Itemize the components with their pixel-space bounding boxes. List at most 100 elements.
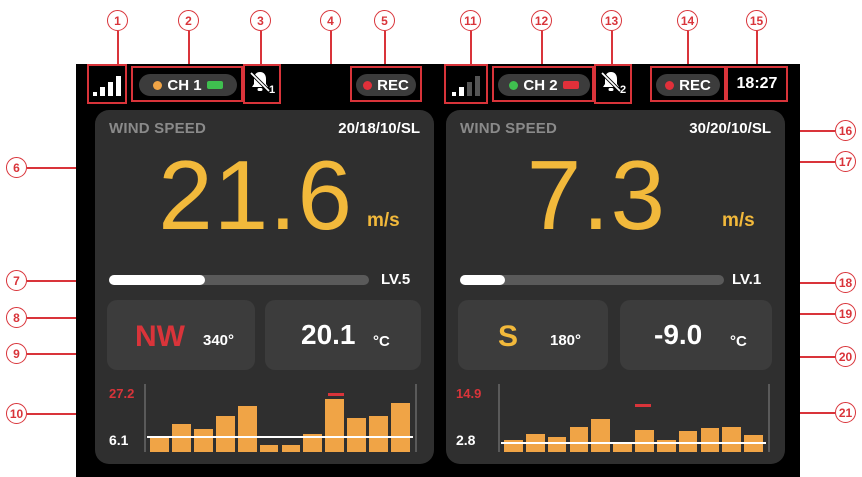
leader-1 (117, 31, 119, 64)
left-hist-bar-9 (347, 417, 367, 452)
right-hist-bar-2 (547, 437, 567, 452)
right-hist-bar-5 (613, 444, 632, 452)
right-temperature-box: -9.0 °C (620, 300, 772, 370)
callout-19: 19 (835, 303, 856, 324)
callout-10: 10 (6, 403, 27, 424)
left-hist-bar-2 (193, 428, 213, 452)
left-hist-bar-3 (215, 415, 235, 452)
callout-20: 20 (835, 346, 856, 367)
device-screen: CH 1 1 REC CH 2 2 REC 18:27 WIND SPEED 2… (76, 64, 800, 477)
rec-label-left: REC (377, 76, 409, 94)
leader-5 (384, 31, 386, 66)
callout-11: 11 (460, 10, 481, 31)
left-wind-speed-value: 21.6 (158, 140, 353, 250)
right-unit: m/s (722, 210, 755, 231)
left-degrees: 340° (203, 332, 235, 349)
right-temperature: -9.0 (654, 319, 703, 350)
callout-8: 8 (6, 307, 27, 328)
callout-16: 16 (835, 120, 856, 141)
left-average-line (147, 436, 413, 438)
leader-11 (470, 31, 472, 64)
right-level-fill (460, 275, 505, 285)
left-hist-bar-1 (171, 424, 191, 452)
right-sensor-code: 30/20/10/SL (689, 120, 771, 137)
left-unit: m/s (367, 210, 400, 231)
right-direction: S (498, 320, 519, 353)
alarm-mute-icon-2[interactable]: 2 (600, 70, 630, 100)
signal-icon-ch2 (452, 74, 480, 96)
ch1-dot-icon (153, 80, 163, 90)
left-hist-bar-11 (391, 402, 410, 452)
alarm1-sub: 1 (269, 84, 276, 96)
callout-9: 9 (6, 343, 27, 364)
right-hist-min: 2.8 (456, 432, 476, 448)
right-hist-max: 14.9 (456, 386, 482, 401)
right-hist-axis-left (498, 384, 500, 452)
left-direction: NW (135, 320, 185, 353)
right-level-label: LV.1 (732, 271, 762, 288)
right-hist-bar-4 (591, 419, 611, 452)
left-histogram (147, 386, 413, 452)
right-hist-axis-right (768, 384, 770, 452)
leader-2 (188, 31, 190, 66)
callout-6: 6 (6, 157, 27, 178)
rec-indicator-left[interactable]: REC (356, 74, 416, 96)
callout-18: 18 (835, 272, 856, 293)
ch2-status-pill[interactable]: CH 2 (498, 74, 590, 96)
right-hist-bar-6 (635, 429, 654, 452)
callout-13: 13 (601, 10, 622, 31)
ch1-label: CH 1 (167, 76, 202, 94)
right-wind-speed-value: 7.3 (526, 140, 666, 250)
leader-13 (611, 31, 613, 64)
right-temp-unit: °C (730, 333, 747, 350)
left-level-label: LV.5 (381, 271, 411, 288)
rec-label-right: REC (679, 76, 711, 94)
left-hist-axis-right (415, 384, 417, 452)
left-level-bar (109, 275, 369, 285)
right-hist-bar-9 (700, 428, 720, 452)
ch2-label: CH 2 (523, 76, 558, 94)
clock: 18:27 (736, 75, 778, 92)
callout-3: 3 (250, 10, 271, 31)
right-hist-bar-10 (722, 426, 742, 452)
callout-5: 5 (374, 10, 395, 31)
left-temperature: 20.1 (301, 319, 356, 350)
callout-2: 2 (178, 10, 199, 31)
left-hist-bar-10 (369, 415, 389, 452)
callout-12: 12 (531, 10, 552, 31)
alarm-mute-icon-1[interactable]: 1 (249, 70, 279, 100)
leader-12 (541, 31, 543, 66)
right-peak-marker (635, 404, 651, 407)
leader-14 (687, 31, 689, 66)
callout-7: 7 (6, 270, 27, 291)
callout-21: 21 (835, 402, 856, 423)
left-hist-bar-6 (281, 445, 301, 452)
left-hist-bar-8 (325, 399, 345, 452)
leader-15 (756, 31, 758, 64)
left-hist-bar-4 (237, 405, 257, 452)
rec-dot-icon-right (665, 80, 675, 90)
ch2-battery-icon (562, 81, 579, 89)
left-level-fill (109, 275, 206, 285)
alarm2-sub: 2 (620, 84, 627, 96)
callout-17: 17 (835, 151, 856, 172)
rec-indicator-right[interactable]: REC (656, 74, 720, 96)
callout-1: 1 (107, 10, 128, 31)
left-panel-title: WIND SPEED (109, 120, 207, 137)
callout-15: 15 (746, 10, 767, 31)
right-panel: WIND SPEED 30/20/10/SL 7.3 m/s LV.1 S 18… (446, 110, 785, 464)
ch2-dot-icon (509, 80, 519, 90)
left-hist-min: 6.1 (109, 432, 129, 448)
ch1-status-pill[interactable]: CH 1 (139, 74, 237, 96)
right-average-line (501, 442, 766, 444)
right-level-bar (460, 275, 724, 285)
left-hist-axis-left (144, 384, 146, 452)
signal-icon-ch1 (93, 74, 121, 96)
left-temp-unit: °C (373, 333, 390, 350)
callout-14: 14 (677, 10, 698, 31)
right-direction-box: S 180° (458, 300, 608, 370)
left-temperature-box: 20.1 °C (265, 300, 421, 370)
left-hist-max: 27.2 (109, 386, 135, 401)
left-peak-marker (328, 393, 344, 396)
ch1-battery-icon (206, 81, 223, 89)
